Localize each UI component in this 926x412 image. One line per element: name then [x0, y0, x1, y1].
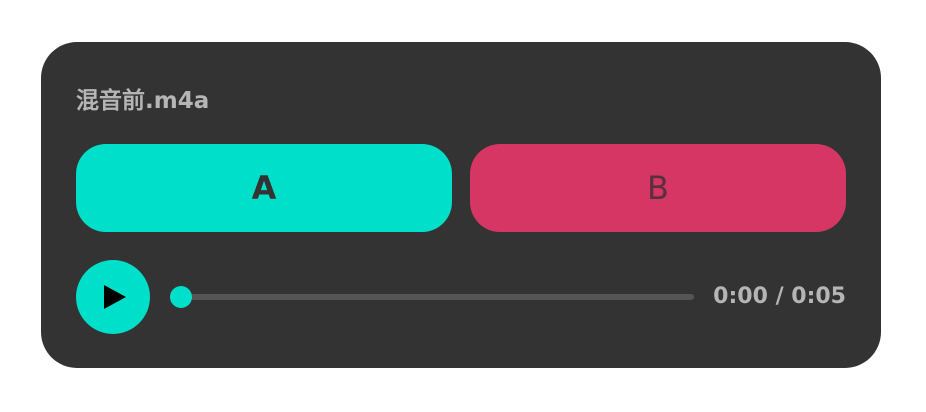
a-button[interactable]: A [76, 144, 452, 232]
play-icon [104, 285, 126, 309]
b-button[interactable]: B [470, 144, 846, 232]
file-name-title: 混音前.m4a [76, 88, 210, 114]
duration: 0:05 [791, 284, 846, 309]
play-button[interactable] [76, 260, 150, 334]
audio-player-card: 混音前.m4a A B 0:00 / 0:05 [41, 42, 881, 368]
time-readout: 0:00 / 0:05 [713, 282, 846, 312]
progress-track[interactable] [181, 294, 694, 300]
current-time: 0:00 [713, 284, 768, 309]
progress-thumb[interactable] [170, 286, 192, 308]
time-separator: / [767, 284, 792, 309]
